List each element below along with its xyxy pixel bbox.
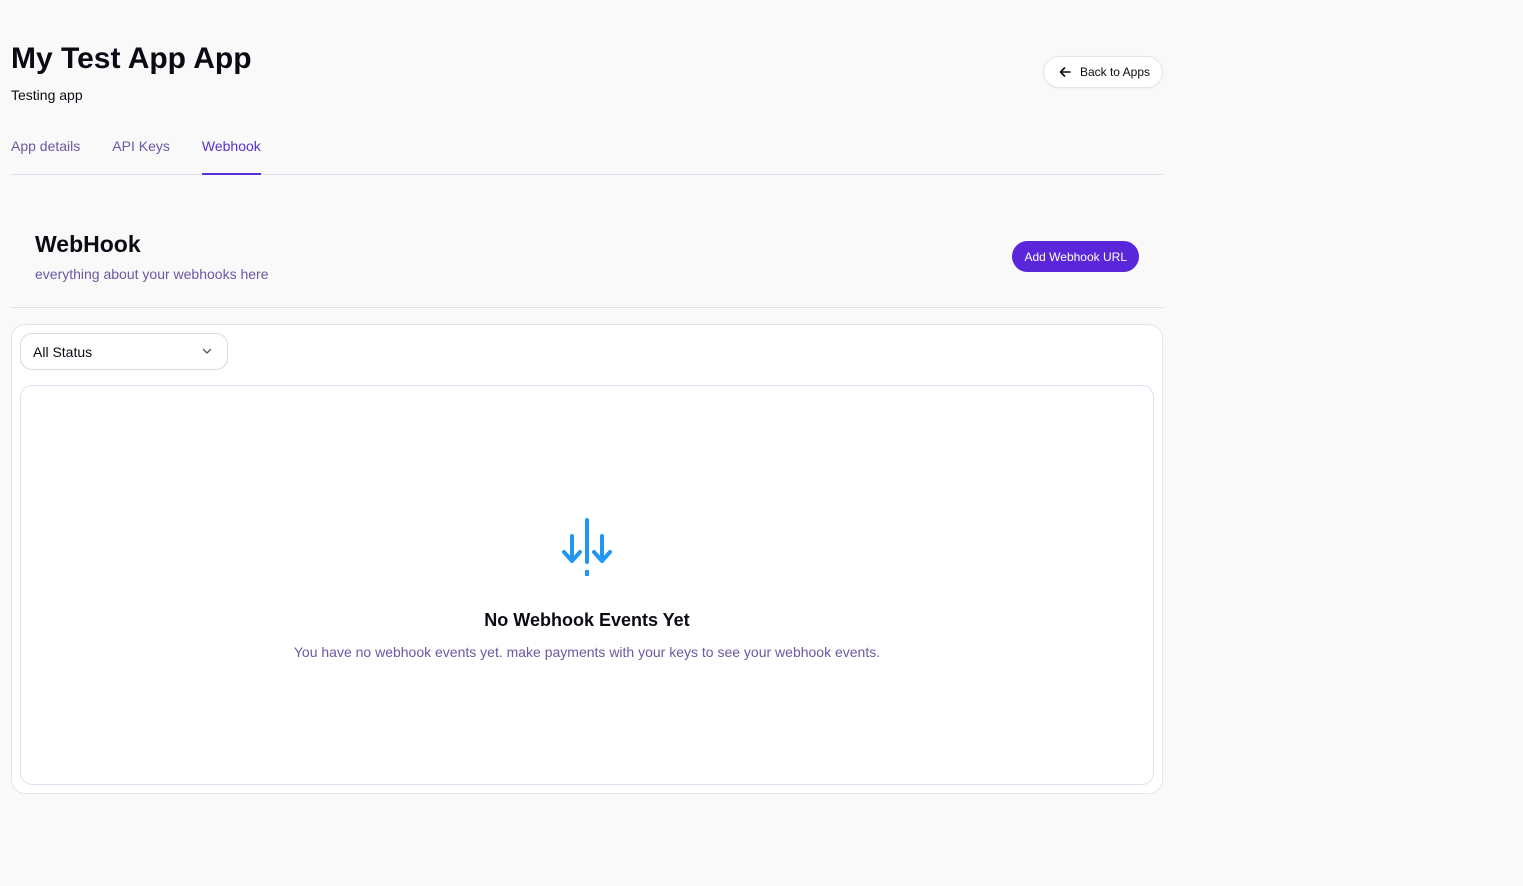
- tab-app-details[interactable]: App details: [11, 126, 80, 174]
- arrow-left-icon: [1058, 65, 1072, 79]
- status-filter-select[interactable]: All Status: [20, 333, 228, 370]
- webhook-arrows-icon: [559, 518, 615, 580]
- tab-webhook[interactable]: Webhook: [201, 126, 261, 175]
- webhook-events-card: All Status No Webhook Events Yet You hav…: [11, 324, 1163, 794]
- add-webhook-url-button[interactable]: Add Webhook URL: [1012, 241, 1139, 272]
- back-to-apps-label: Back to Apps: [1079, 65, 1150, 79]
- chevron-down-icon: [201, 344, 213, 360]
- empty-state-message: You have no webhook events yet. make pay…: [293, 644, 881, 660]
- section-subtitle: everything about your webhooks here: [35, 266, 269, 282]
- app-tabs: App details API Keys Webhook: [11, 126, 1163, 175]
- page-header: My Test App App Testing app Back to Apps: [11, 0, 1163, 126]
- section-title: WebHook: [35, 231, 141, 257]
- empty-state-title: No Webhook Events Yet: [484, 610, 690, 630]
- webhook-events-empty-panel: No Webhook Events Yet You have no webhoo…: [20, 385, 1154, 785]
- tab-api-keys[interactable]: API Keys: [112, 126, 170, 174]
- webhook-section-header: WebHook everything about your webhooks h…: [11, 175, 1163, 308]
- status-filter-value: All Status: [33, 343, 93, 360]
- page-title: My Test App App: [11, 42, 252, 75]
- page-subtitle: Testing app: [11, 87, 83, 103]
- app-page: My Test App App Testing app Back to Apps…: [11, 0, 1163, 794]
- back-to-apps-button[interactable]: Back to Apps: [1042, 56, 1163, 88]
